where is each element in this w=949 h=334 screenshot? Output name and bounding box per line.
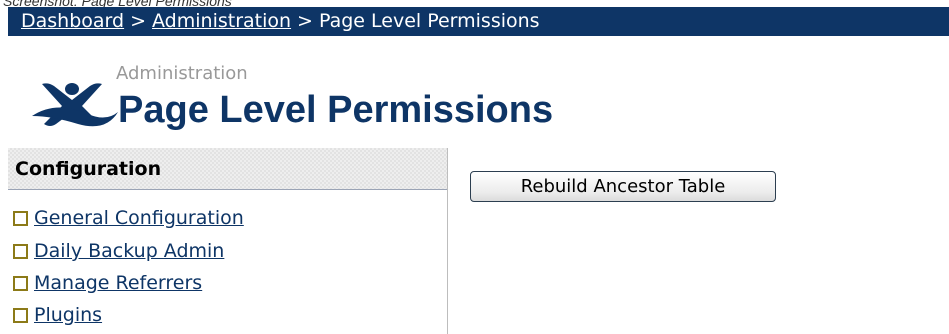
breadcrumb: Dashboard > Administration > Page Level Perm… [8,7,949,36]
square-bullet-icon [13,307,28,323]
square-bullet-icon [13,275,28,291]
breadcrumb-separator: > [297,10,313,32]
sidebar-item-label[interactable]: General Configuration [34,207,244,229]
page-title: Page Level Permissions [118,89,554,131]
sidebar-item-plugins[interactable]: Plugins [13,303,102,327]
sidebar-item-manage-referrers[interactable]: Manage Referrers [13,271,202,295]
sidebar-item-label[interactable]: Manage Referrers [34,272,202,294]
sidebar-item-label[interactable]: Daily Backup Admin [34,240,224,262]
section-label: Administration [116,63,248,84]
sidebar-item-general-configuration[interactable]: General Configuration [13,206,244,230]
breadcrumb-current-page: Page Level Permissions [318,10,540,32]
square-bullet-icon [13,210,28,226]
breadcrumb-administration-link[interactable]: Administration [152,10,291,32]
x-figure-logo-icon [32,83,118,127]
sidebar-item-daily-backup-admin[interactable]: Daily Backup Admin [13,239,224,263]
rebuild-ancestor-table-button[interactable]: Rebuild Ancestor Table [470,171,776,202]
sidebar-item-label[interactable]: Plugins [34,304,102,326]
page-header: Administration Page Level Permissions [28,56,728,142]
sidebar: Configuration General Configuration Dail… [8,148,448,334]
breadcrumb-dashboard-link[interactable]: Dashboard [21,10,124,32]
square-bullet-icon [13,243,28,259]
sidebar-heading: Configuration [8,148,447,190]
breadcrumb-separator: > [130,10,147,32]
